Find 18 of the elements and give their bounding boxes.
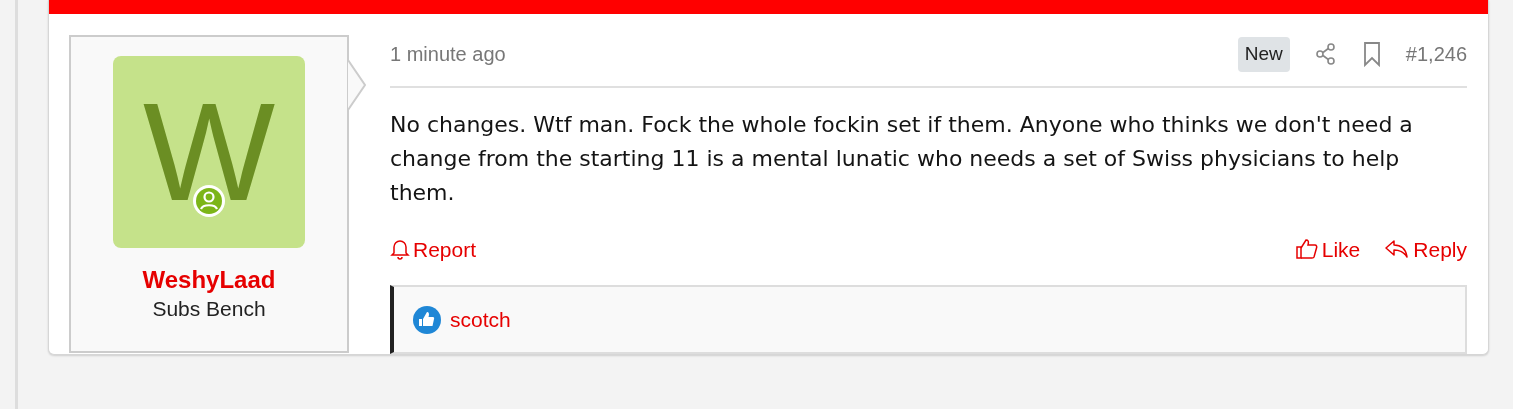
new-badge: New bbox=[1237, 37, 1290, 72]
report-link[interactable]: Report bbox=[390, 233, 477, 265]
post-time[interactable]: 1 minute ago bbox=[390, 39, 506, 70]
user-title: Subs Bench bbox=[152, 295, 266, 322]
reply-icon bbox=[1384, 238, 1411, 261]
like-reaction-icon bbox=[412, 304, 442, 335]
reply-link[interactable]: Reply bbox=[1384, 233, 1467, 265]
avatar-letter: W bbox=[142, 82, 276, 222]
avatar[interactable]: W bbox=[113, 56, 305, 248]
post-body: No changes. Wtf man. Fock the whole fockin set if them. Anyone who thinks we don't need a change from the starting 11 is a mental lunatic who needs a set of Swiss physicians to help them. bbox=[390, 110, 1414, 207]
reaction-user-link[interactable]: scotch bbox=[450, 303, 511, 336]
thumbs-up-icon bbox=[1294, 237, 1319, 262]
bookmark-icon[interactable] bbox=[1361, 41, 1382, 68]
bell-icon bbox=[390, 238, 410, 261]
like-link[interactable]: Like bbox=[1294, 233, 1361, 265]
username-link[interactable]: WeshyLaad bbox=[142, 266, 276, 295]
share-icon[interactable] bbox=[1313, 42, 1338, 67]
post-number[interactable]: #1,246 bbox=[1405, 39, 1467, 70]
